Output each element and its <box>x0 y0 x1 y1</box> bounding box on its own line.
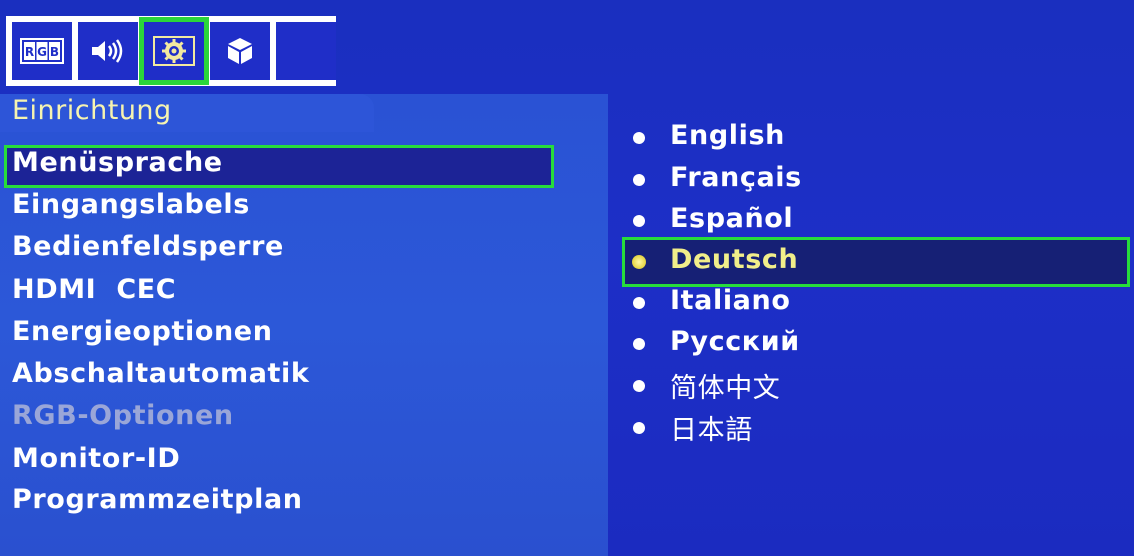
language-option-english[interactable]: English <box>670 120 785 151</box>
menu-item-menusprache[interactable]: Menüsprache <box>12 147 223 178</box>
tab-input[interactable] <box>210 22 270 80</box>
rgb-icon: R G B <box>20 38 64 64</box>
gear-icon <box>153 36 195 66</box>
tab-empty[interactable] <box>276 22 336 80</box>
menu-item-energieoptionen[interactable]: Energieoptionen <box>12 316 273 347</box>
section-title: Einrichtung <box>12 95 172 126</box>
menu-item-rgb-optionen: RGB-Optionen <box>12 400 234 431</box>
menu-item-abschaltautomatik[interactable]: Abschaltautomatik <box>12 358 309 389</box>
menu-item-programmzeitplan[interactable]: Programmzeitplan <box>12 484 303 515</box>
menu-item-eingangslabels[interactable]: Eingangslabels <box>12 189 250 220</box>
radio-bullet-icon <box>633 422 645 434</box>
tab-rgb[interactable]: R G B <box>12 22 72 80</box>
radio-bullet-icon <box>633 338 645 350</box>
menu-item-monitor-id[interactable]: Monitor-ID <box>12 443 180 474</box>
menu-item-hdmi-cec[interactable]: HDMI CEC <box>12 274 176 305</box>
radio-bullet-icon <box>633 215 645 227</box>
radio-bullet-icon <box>633 174 645 186</box>
language-option-japanese[interactable]: 日本語 <box>670 408 753 447</box>
osd-menu: R G B Einrichtung Menüsprache Eingangsla… <box>0 0 1134 556</box>
language-option-deutsch[interactable]: Deutsch <box>670 244 798 275</box>
toolbar: R G B <box>6 16 336 86</box>
svg-text:G: G <box>37 45 47 59</box>
language-option-espanol[interactable]: Español <box>670 203 793 234</box>
language-option-francais[interactable]: Français <box>670 162 802 193</box>
cube-icon <box>224 35 256 67</box>
radio-bullet-icon <box>633 132 645 144</box>
speaker-icon <box>88 36 128 66</box>
language-option-russian[interactable]: Русский <box>670 326 800 357</box>
tab-audio[interactable] <box>78 22 138 80</box>
radio-bullet-icon <box>633 380 645 392</box>
tab-setup[interactable] <box>139 17 209 85</box>
language-option-simplified-chinese[interactable]: 简体中文 <box>670 366 780 405</box>
menu-item-bedienfeldsperre[interactable]: Bedienfeldsperre <box>12 231 284 262</box>
language-option-italiano[interactable]: Italiano <box>670 285 790 316</box>
svg-text:B: B <box>50 45 59 59</box>
svg-text:R: R <box>25 45 34 59</box>
radio-bullet-icon <box>633 297 645 309</box>
radio-selected-icon <box>632 255 646 269</box>
